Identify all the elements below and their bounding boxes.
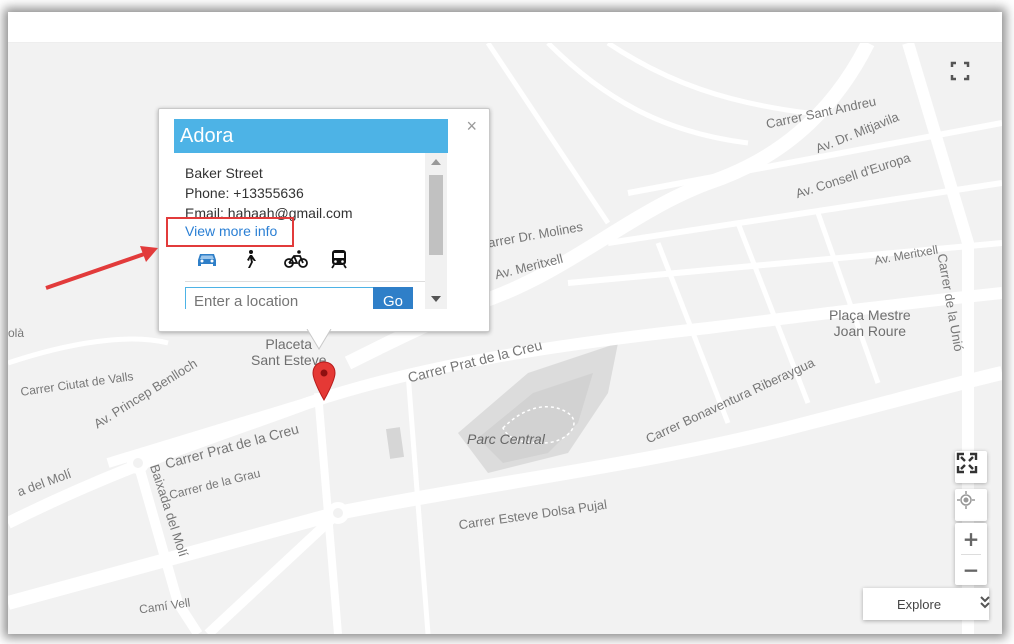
scroll-down-icon[interactable] [431,296,441,302]
highlight-box [166,217,294,247]
scroll-up-icon[interactable] [431,159,441,165]
label-placa-mestre: Plaça Mestre Joan Roure [829,307,911,339]
expand-map-button[interactable] [955,451,987,483]
label-parc-central: Parc Central [467,431,545,447]
go-button[interactable]: Go [373,287,413,309]
close-icon[interactable]: × [466,117,477,135]
phone-text: Phone: +13355636 [185,185,304,201]
popup-title: Adora [174,119,448,153]
car-icon[interactable] [195,249,219,269]
explore-button[interactable]: Explore [863,588,990,620]
map-canvas[interactable]: Carrer Sant Andreu Av. Dr. Mitjavila Av.… [8,43,1002,634]
my-location-button[interactable] [955,489,987,521]
bike-icon[interactable] [284,249,308,269]
popup-tail [306,329,332,350]
popup-divider [185,281,425,282]
annotation-arrow-icon [45,246,158,290]
scroll-thumb[interactable] [429,175,443,255]
transit-icon[interactable] [329,249,353,269]
zoom-in-button[interactable]: + [956,524,986,554]
label-ola: olà [8,326,25,340]
map-marker-icon[interactable] [312,361,336,401]
top-bar [8,12,1002,43]
zoom-control: + − [955,523,987,585]
fullscreen-toggle-icon[interactable] [946,57,974,85]
popup-scrollbar[interactable] [425,153,447,309]
location-input[interactable] [185,287,374,309]
explore-label: Explore [897,597,942,612]
expand-icon [956,452,986,482]
zoom-out-button[interactable]: − [956,555,986,585]
location-target-icon [956,490,986,520]
address-text: Baker Street [185,165,263,181]
walk-icon[interactable] [240,249,264,269]
